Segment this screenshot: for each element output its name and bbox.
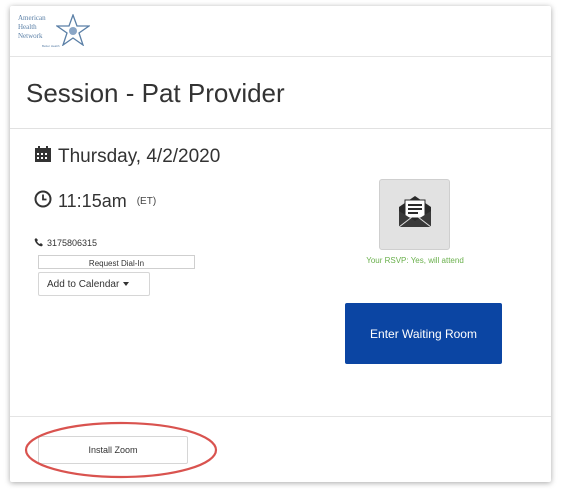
logo-text-line-3: Network: [18, 32, 43, 40]
caret-down-icon: [123, 282, 130, 287]
dial-in-phone: 3175806315: [34, 234, 97, 252]
logo-tagline: Better Health: [42, 44, 60, 48]
session-window: American Health Network Better Health Se…: [10, 6, 551, 482]
title-divider: [10, 128, 551, 129]
rsvp-status-text: Your RSVP: Yes, will attend: [366, 256, 464, 265]
calendar-icon: [34, 146, 52, 168]
clock-icon: [34, 190, 52, 213]
phone-icon: [34, 234, 44, 252]
install-zoom-button[interactable]: Install Zoom: [38, 436, 188, 464]
enter-waiting-room-button[interactable]: Enter Waiting Room: [345, 303, 502, 364]
page-title: Session - Pat Provider: [26, 78, 285, 108]
star-icon: [54, 13, 92, 51]
header: American Health Network Better Health: [10, 6, 551, 57]
add-to-calendar-label: Add to Calendar: [47, 279, 120, 290]
session-date: Thursday, 4/2/2020: [34, 146, 220, 168]
footer-divider: [10, 416, 551, 417]
time-text: 11:15am: [58, 191, 127, 211]
timezone-label: (ET): [136, 196, 157, 207]
date-text: Thursday, 4/2/2020: [58, 146, 221, 167]
phone-number: 3175806315: [47, 238, 98, 248]
session-time: 11:15am (ET): [34, 190, 156, 213]
rsvp-status-box: [379, 179, 450, 250]
request-dial-in-button[interactable]: Request Dial-In: [38, 255, 195, 269]
envelope-icon: [395, 194, 435, 235]
add-to-calendar-dropdown[interactable]: Add to Calendar: [38, 272, 150, 296]
logo: American Health Network Better Health: [18, 12, 92, 51]
logo-text-line-2: Health: [18, 23, 37, 31]
logo-text-line-1: American: [18, 14, 46, 22]
